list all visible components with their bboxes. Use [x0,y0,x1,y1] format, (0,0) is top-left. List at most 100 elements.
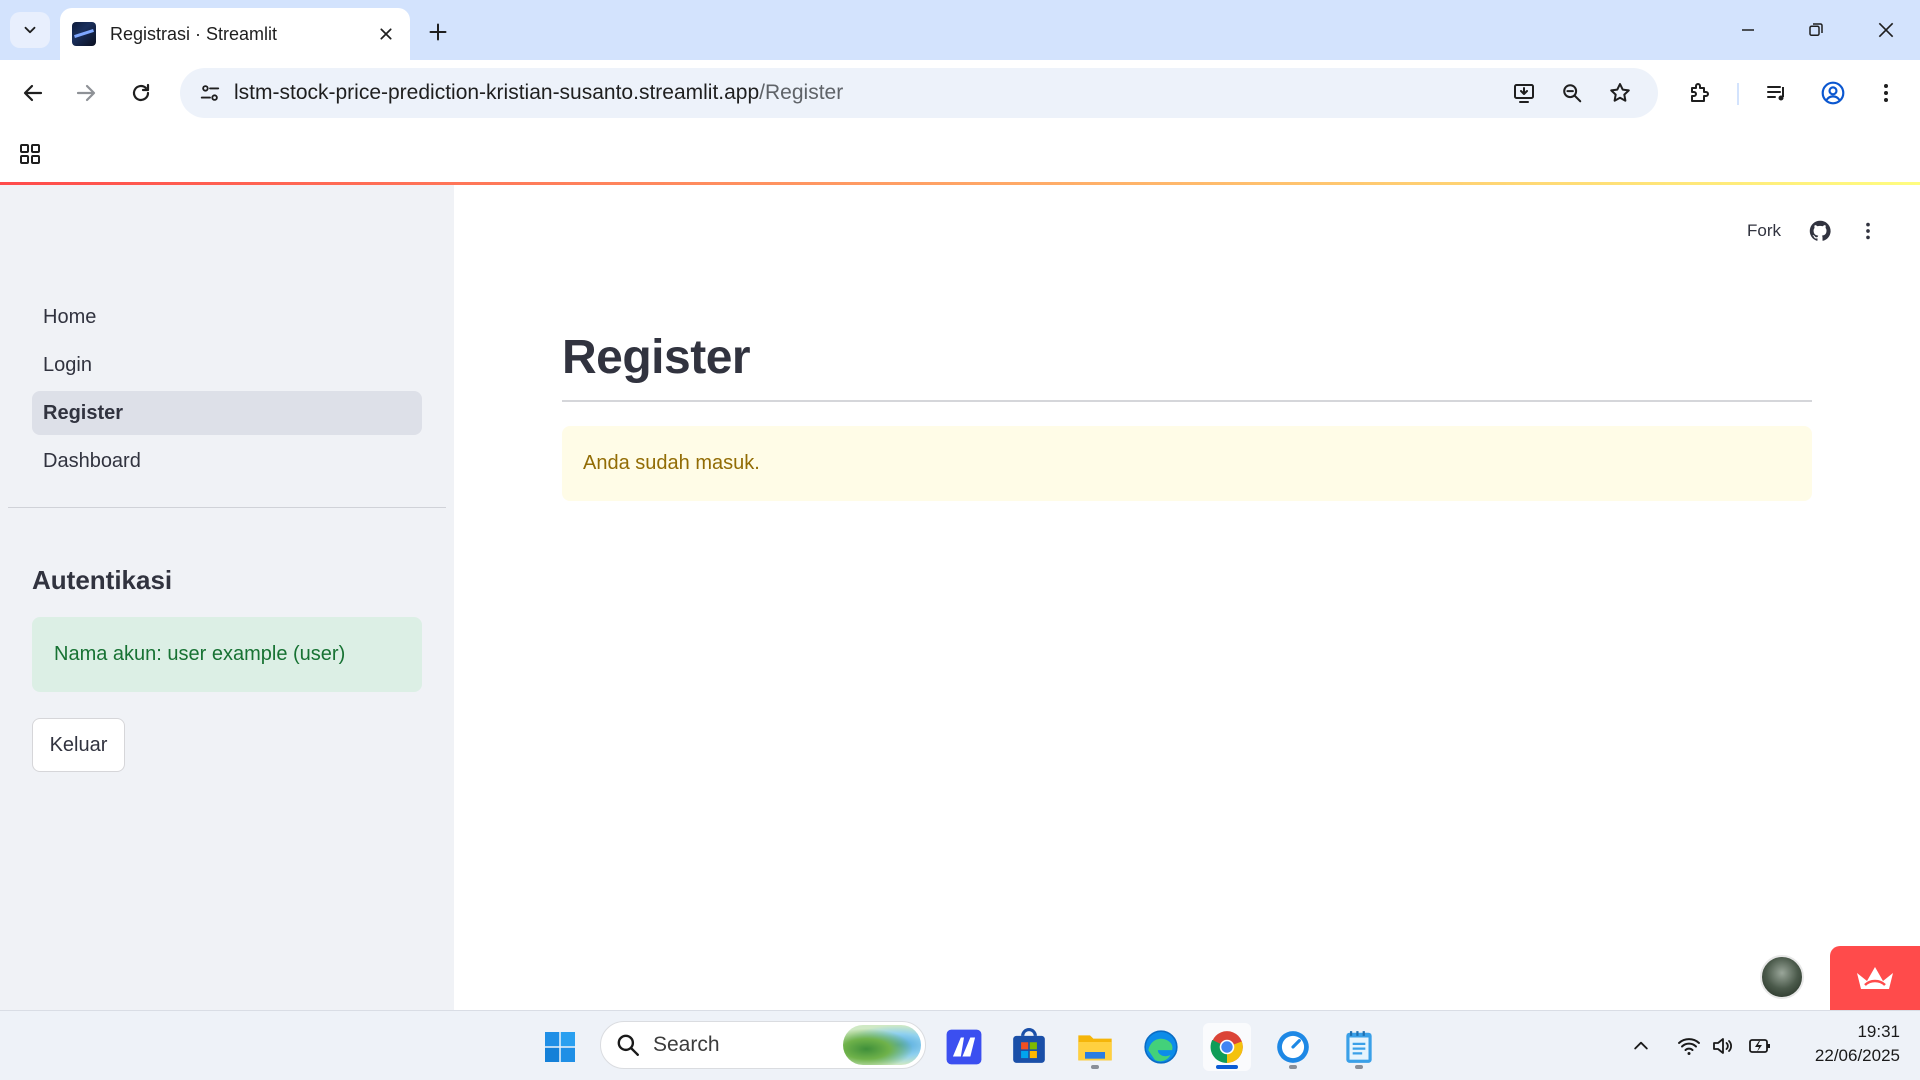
address-bar[interactable]: lstm-stock-price-prediction-kristian-sus… [180,68,1658,118]
taskbar-app-copilot[interactable] [940,1023,988,1071]
account-message: Nama akun: user example (user) [54,643,346,665]
back-arrow-icon [23,84,43,102]
sidebar-nav: Home Login Register Dashboard [32,295,422,487]
show-hidden-icons-button[interactable] [1626,1031,1656,1061]
close-window-button[interactable] [1858,8,1914,52]
taskbar-app-file-explorer[interactable] [1071,1023,1119,1071]
battery-button[interactable] [1745,1031,1775,1061]
notepad-icon [1346,1031,1372,1063]
wifi-icon [1678,1038,1700,1055]
store-icon [1013,1028,1045,1063]
restore-icon [1809,23,1823,36]
sidebar-item-login[interactable]: Login [32,343,422,387]
back-button[interactable] [13,73,53,113]
streamlit-favicon-icon [72,22,96,46]
sidebar: Home Login Register Dashboard Autentikas… [0,185,454,1010]
media-icon [1767,86,1784,101]
tab-close-button[interactable] [374,22,398,46]
sidebar-item-label: Register [43,401,124,424]
more-vert-icon [1866,222,1870,240]
github-button[interactable] [1806,217,1834,245]
star-icon [1610,83,1630,102]
taskbar-app-speedometer[interactable] [1269,1023,1317,1071]
sidebar-item-label: Dashboard [43,449,141,472]
taskbar-app-store[interactable] [1005,1023,1053,1071]
new-tab-button[interactable] [420,14,456,50]
sidebar-item-register[interactable]: Register [32,391,422,435]
restore-button[interactable] [1788,8,1844,52]
minimize-icon [1742,29,1754,31]
gauge-icon [1277,1031,1309,1063]
install-app-button[interactable] [1506,75,1542,111]
media-control-button[interactable] [1757,73,1797,113]
minimize-button[interactable] [1720,8,1776,52]
page-title: Register [562,331,751,384]
taskbar-app-chrome[interactable] [1203,1023,1251,1071]
extensions-button[interactable] [1679,73,1719,113]
account-success-alert: Nama akun: user example (user) [32,617,422,692]
app-menu-button[interactable] [1854,217,1882,245]
search-highlight-image [843,1025,921,1065]
start-button[interactable] [536,1023,584,1071]
url-host: lstm-stock-price-prediction-kristian-sus… [234,81,760,104]
active-indicator [1216,1065,1238,1069]
reload-button[interactable] [121,73,161,113]
taskbar-search[interactable]: Search [600,1021,926,1069]
github-icon [1809,220,1831,241]
sidebar-item-label: Home [43,305,97,328]
tab-title: Registrasi · Streamlit [110,23,278,44]
sidebar-item-home[interactable]: Home [32,295,422,339]
bookmark-star-button[interactable] [1602,75,1638,111]
tab-search-icon [24,26,36,34]
url-path: /Register [759,81,844,104]
forward-button[interactable] [66,73,106,113]
close-icon [1878,22,1894,38]
tab-search-button[interactable] [10,12,50,48]
battery-icon [1749,1039,1770,1053]
reload-icon [132,83,150,102]
volume-button[interactable] [1708,1031,1738,1061]
clock-time: 19:31 [1857,1022,1900,1041]
network-button[interactable] [1674,1031,1704,1061]
install-app-icon [1514,84,1534,103]
forward-arrow-icon [76,84,96,102]
zoom-icon [1563,84,1582,103]
browser-menu-button[interactable] [1866,73,1906,113]
site-info-button[interactable] [192,75,228,111]
windows-taskbar: Search 19:31 22/06/2025 [0,1010,1920,1080]
zoom-button[interactable] [1554,75,1590,111]
sidebar-divider [8,507,446,508]
streamlit-app: Home Login Register Dashboard Autentikas… [0,182,1920,1010]
logout-button[interactable]: Keluar [32,718,125,772]
chevron-up-icon [1634,1041,1648,1050]
more-vert-icon [1884,84,1888,102]
sidebar-item-dashboard[interactable]: Dashboard [32,439,422,483]
chrome-icon [1210,1031,1243,1063]
close-icon [380,28,392,40]
search-icon [617,1034,639,1056]
taskbar-search-label: Search [653,1033,720,1056]
edge-icon [1144,1030,1178,1064]
url-text[interactable]: lstm-stock-price-prediction-kristian-sus… [234,81,843,105]
browser-tab-active[interactable]: Registrasi · Streamlit [60,8,410,60]
taskbar-app-edge[interactable] [1137,1023,1185,1071]
apps-grid-icon [20,144,40,164]
profile-button[interactable] [1813,73,1853,113]
running-indicator [1091,1065,1099,1069]
system-clock[interactable]: 19:31 22/06/2025 [1790,1020,1900,1068]
creator-avatar[interactable] [1760,955,1804,999]
running-indicator [1355,1065,1363,1069]
browser-toolbar: lstm-stock-price-prediction-kristian-sus… [0,60,1920,126]
windows-start-icon [545,1032,575,1062]
sidebar-item-label: Login [43,353,92,376]
apps-button[interactable] [14,138,46,170]
profile-icon [1821,81,1845,105]
browser-tab-strip: Registrasi · Streamlit [0,0,1920,60]
taskbar-app-notepad[interactable] [1335,1023,1383,1071]
fork-button[interactable]: Fork [1747,221,1781,241]
plus-icon [429,23,447,41]
title-divider [562,400,1812,402]
site-info-icon [200,85,220,101]
extensions-icon [1691,83,1709,102]
streamlit-hosted-badge[interactable] [1830,946,1920,1010]
